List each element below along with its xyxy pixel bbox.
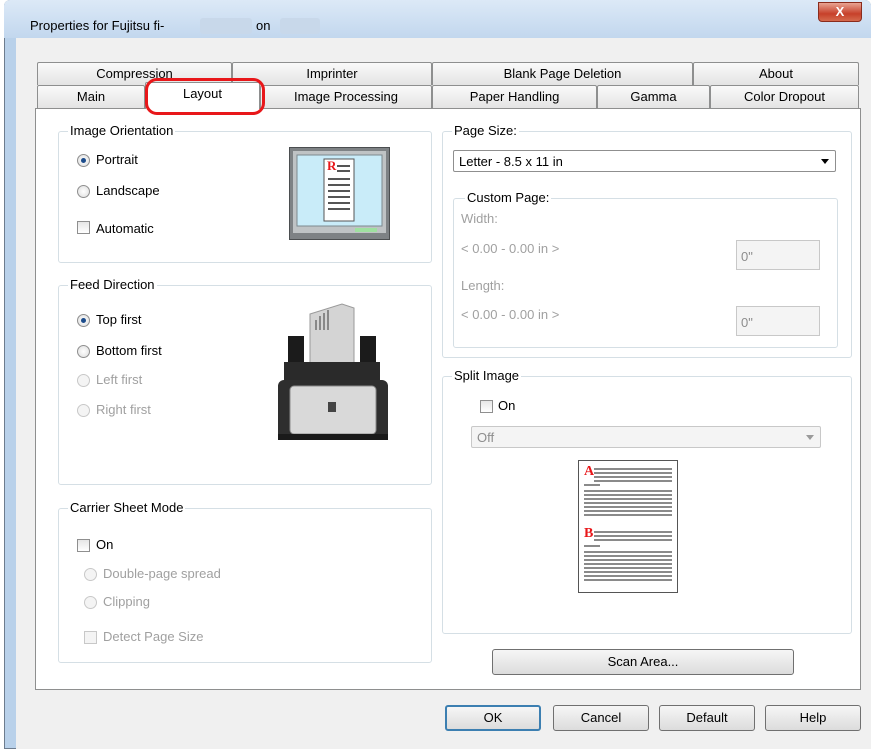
orientation-preview-icon (289, 147, 390, 240)
length-label: Length: (461, 278, 505, 293)
double-page-spread-label[interactable]: Double-page spread (103, 566, 221, 581)
automatic-label[interactable]: Automatic (96, 221, 154, 236)
right-first-label[interactable]: Right first (96, 402, 151, 417)
title-text: Properties for Fujitsu fi- (30, 18, 164, 33)
top-first-label[interactable]: Top first (96, 312, 142, 327)
bottom-first-label[interactable]: Bottom first (96, 343, 162, 358)
close-button[interactable]: X (818, 2, 862, 22)
detect-page-size-label[interactable]: Detect Page Size (103, 629, 203, 644)
preview-letter-r: R (327, 158, 337, 173)
model-redacted (200, 18, 252, 34)
scan-area-button[interactable]: Scan Area... (492, 649, 794, 675)
page-size-title: Page Size: (452, 123, 519, 138)
tab-main[interactable]: Main (37, 85, 145, 108)
title-prefix: Properties for Fujitsu fi- (30, 18, 165, 33)
detect-page-size-checkbox[interactable] (84, 631, 97, 644)
double-page-spread-radio[interactable] (84, 568, 97, 581)
image-orientation-title: Image Orientation (68, 123, 176, 138)
landscape-label[interactable]: Landscape (96, 183, 160, 198)
right-first-radio[interactable] (77, 404, 90, 417)
tab-color-dropout[interactable]: Color Dropout (710, 85, 859, 108)
split-image-dropdown[interactable]: Off (471, 426, 821, 448)
portrait-radio[interactable] (77, 154, 90, 167)
width-range: < 0.00 - 0.00 in > (461, 241, 560, 256)
split-marker-b: B (584, 526, 594, 541)
scanner-icon (270, 300, 394, 442)
tab-about[interactable]: About (693, 62, 859, 85)
length-range: < 0.00 - 0.00 in > (461, 307, 560, 322)
page-size-dropdown[interactable]: Letter - 8.5 x 11 in (453, 150, 836, 172)
device-redacted (280, 18, 320, 34)
tab-blank-page-deletion[interactable]: Blank Page Deletion (432, 62, 693, 85)
clipping-label[interactable]: Clipping (103, 594, 150, 609)
feed-direction-title: Feed Direction (68, 277, 157, 292)
automatic-checkbox[interactable] (77, 221, 90, 234)
length-field[interactable]: 0" (736, 306, 820, 336)
split-marker-a: A (584, 464, 595, 479)
landscape-radio[interactable] (77, 185, 90, 198)
ok-button[interactable]: OK (445, 705, 541, 731)
bottom-first-radio[interactable] (77, 345, 90, 358)
tab-image-processing[interactable]: Image Processing (260, 85, 432, 108)
title-on: on (256, 18, 271, 33)
width-field[interactable]: 0" (736, 240, 820, 270)
tab-gamma[interactable]: Gamma (597, 85, 710, 108)
carrier-sheet-title: Carrier Sheet Mode (68, 500, 186, 515)
split-image-on-checkbox[interactable] (480, 400, 493, 413)
help-button[interactable]: Help (765, 705, 861, 731)
left-first-label[interactable]: Left first (96, 372, 142, 387)
page-size-value: Letter - 8.5 x 11 in (459, 154, 563, 169)
carrier-sheet-on-checkbox[interactable] (77, 539, 90, 552)
tab-paper-handling[interactable]: Paper Handling (432, 85, 597, 108)
split-image-value: Off (477, 430, 495, 445)
cancel-button[interactable]: Cancel (553, 705, 649, 731)
default-button[interactable]: Default (659, 705, 755, 731)
layout-tab-highlight (145, 78, 265, 115)
top-first-radio[interactable] (77, 314, 90, 327)
width-label: Width: (461, 211, 498, 226)
dropdown-arrow-icon (821, 159, 829, 164)
dropdown-arrow-icon (806, 435, 814, 440)
custom-page-title: Custom Page: (465, 190, 552, 205)
split-image-title: Split Image (452, 368, 522, 383)
clipping-radio[interactable] (84, 596, 97, 609)
left-first-radio[interactable] (77, 374, 90, 387)
carrier-sheet-on-label[interactable]: On (96, 537, 113, 552)
split-image-on-label[interactable]: On (498, 398, 515, 413)
portrait-label[interactable]: Portrait (96, 152, 138, 167)
